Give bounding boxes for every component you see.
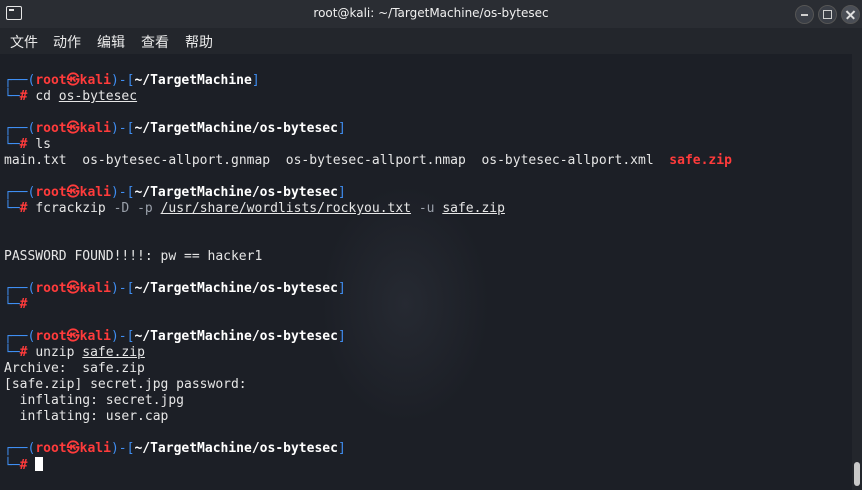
maximize-button[interactable] bbox=[818, 5, 837, 24]
prompt-line: ┌──(root㉿kali)-[~/TargetMachine/os-bytes… bbox=[4, 121, 346, 136]
scrollbar-thumb[interactable] bbox=[854, 462, 860, 486]
unzip-output: inflating: user.cap bbox=[4, 409, 169, 424]
close-button[interactable] bbox=[841, 5, 860, 24]
scrollbar[interactable] bbox=[852, 54, 862, 490]
window-title: root@kali: ~/TargetMachine/os-bytesec bbox=[313, 6, 549, 20]
command-line: └─# ls bbox=[4, 137, 51, 152]
unzip-output: inflating: secret.jpg bbox=[4, 393, 185, 408]
kali-dragon-watermark bbox=[320, 184, 490, 424]
command-line: └─# fcrackzip -D -p /usr/share/wordlists… bbox=[4, 201, 505, 216]
terminal-window: root@kali: ~/TargetMachine/os-bytesec 文件… bbox=[0, 0, 862, 490]
menu-view[interactable]: 查看 bbox=[141, 32, 169, 52]
unzip-output: Archive: safe.zip bbox=[4, 361, 145, 376]
command-line: └─# unzip safe.zip bbox=[4, 345, 145, 360]
text-cursor bbox=[35, 457, 44, 471]
prompt-line: ┌──(root㉿kali)-[~/TargetMachine/os-bytes… bbox=[4, 281, 346, 296]
terminal-output[interactable]: ┌──(root㉿kali)-[~/TargetMachine] └─# cd … bbox=[0, 54, 852, 490]
command-line: └─# cd os-bytesec bbox=[4, 89, 138, 104]
fcrackzip-output: PASSWORD FOUND!!!!: pw == hacker1 bbox=[4, 249, 263, 264]
prompt-line: ┌──(root㉿kali)-[~/TargetMachine/os-bytes… bbox=[4, 185, 346, 200]
prompt-line: ┌──(root㉿kali)-[~/TargetMachine] bbox=[4, 73, 260, 88]
unzip-output: [safe.zip] secret.jpg password: bbox=[4, 377, 255, 392]
menu-bar: 文件 动作 编辑 查看 帮助 bbox=[0, 28, 862, 54]
minimize-button[interactable] bbox=[795, 5, 814, 24]
command-line[interactable]: └─# bbox=[4, 457, 44, 474]
command-line: └─# bbox=[4, 297, 28, 312]
title-bar: root@kali: ~/TargetMachine/os-bytesec bbox=[0, 0, 862, 28]
menu-file[interactable]: 文件 bbox=[10, 32, 38, 52]
menu-help[interactable]: 帮助 bbox=[185, 32, 213, 52]
prompt-line: ┌──(root㉿kali)-[~/TargetMachine/os-bytes… bbox=[4, 441, 346, 456]
prompt-line: ┌──(root㉿kali)-[~/TargetMachine/os-bytes… bbox=[4, 329, 346, 344]
menu-action[interactable]: 动作 bbox=[53, 32, 81, 52]
menu-edit[interactable]: 编辑 bbox=[97, 32, 125, 52]
ls-output: main.txt os-bytesec-allport.gnmap os-byt… bbox=[4, 153, 732, 168]
